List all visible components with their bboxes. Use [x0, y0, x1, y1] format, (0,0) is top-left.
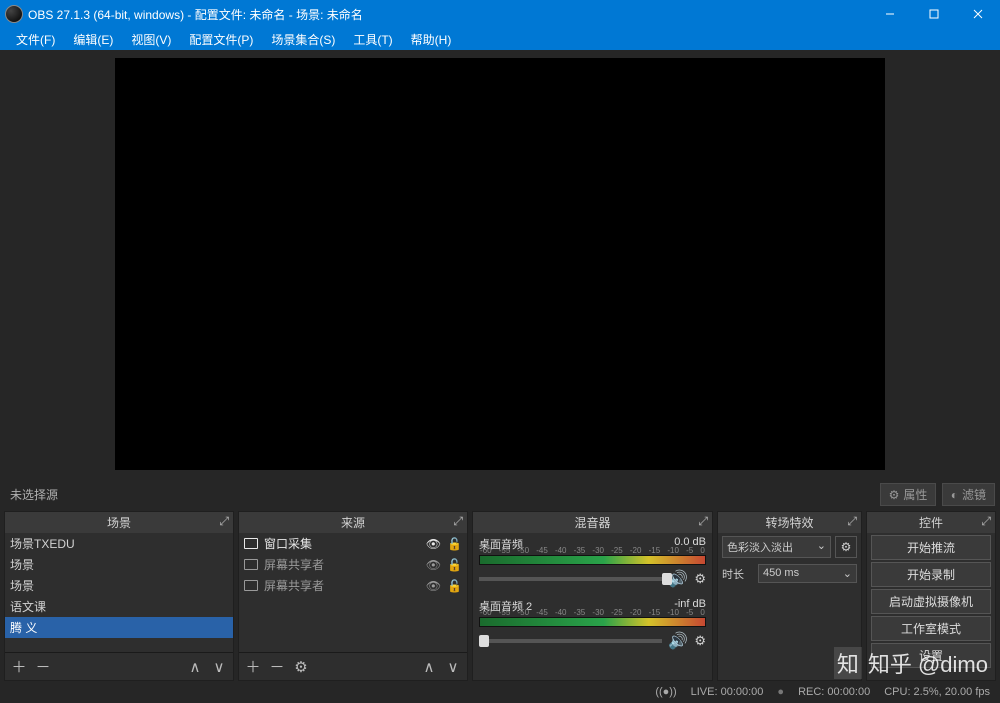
menu-help[interactable]: 帮助(H)	[403, 29, 460, 50]
scene-down-button[interactable]: ∨	[211, 658, 227, 676]
mixer-dock-title: 混音器⤢	[473, 512, 712, 533]
visibility-toggle[interactable]: 👁	[426, 579, 441, 593]
scenes-dock-title: 场景⤢	[5, 512, 233, 533]
lock-toggle[interactable]: 🔓	[447, 579, 462, 593]
scene-item[interactable]: 场景TXEDU	[5, 533, 233, 554]
scene-up-button[interactable]: ∧	[187, 658, 203, 676]
status-bar: ((●)) LIVE: 00:00:00 ● REC: 00:00:00 CPU…	[0, 681, 1000, 703]
channel-settings-button[interactable]: ⚙	[694, 633, 706, 649]
filter-icon: ◐	[951, 488, 958, 502]
speaker-icon[interactable]: 🔊	[668, 631, 688, 651]
properties-button[interactable]: ⚙属性	[880, 483, 937, 506]
transition-select[interactable]: 色彩淡入淡出⌄	[722, 536, 831, 558]
controls-body: 开始推流开始录制启动虚拟摄像机工作室模式设置	[867, 533, 995, 680]
rec-status: REC: 00:00:00	[798, 686, 870, 698]
scenes-list[interactable]: 场景TXEDU场景场景语文课腾 义	[5, 533, 233, 652]
popout-icon[interactable]: ⤢	[698, 514, 708, 529]
preview-canvas[interactable]	[115, 58, 885, 470]
live-status: LIVE: 00:00:00	[691, 686, 764, 698]
sources-dock: 来源⤢ 窗口采集 👁 🔓 屏幕共享者 👁 🔓 屏幕共享者 👁 🔓 ＋ － ⚙ ∧ ∨	[238, 511, 468, 681]
context-toolbar: 未选择源 ⚙属性 ◐滤镜	[0, 478, 1000, 511]
duration-input[interactable]: 450 ms⌄	[758, 564, 857, 583]
preview-area	[0, 50, 1000, 478]
popout-icon[interactable]: ⤢	[219, 514, 229, 529]
scene-item[interactable]: 场景	[5, 575, 233, 596]
minimize-button[interactable]	[868, 0, 912, 28]
source-label: 窗口采集	[264, 535, 312, 552]
controls-dock: 控件⤢ 开始推流开始录制启动虚拟摄像机工作室模式设置	[866, 511, 996, 681]
transition-settings-button[interactable]: ⚙	[835, 536, 857, 558]
visibility-toggle[interactable]: 👁	[426, 558, 441, 572]
control-button[interactable]: 启动虚拟摄像机	[871, 589, 991, 614]
mixer-channel: 桌面音频 2-inf dB-60-55-50-45-40-35-30-25-20…	[473, 595, 712, 657]
source-item[interactable]: 屏幕共享者 👁 🔓	[239, 575, 467, 596]
remove-scene-button[interactable]: －	[35, 656, 51, 677]
cpu-status: CPU: 2.5%, 20.00 fps	[884, 686, 990, 698]
control-button[interactable]: 开始录制	[871, 562, 991, 587]
sources-toolbar: ＋ － ⚙ ∧ ∨	[239, 652, 467, 680]
menu-edit[interactable]: 编辑(E)	[65, 29, 121, 50]
scenes-dock: 场景⤢ 场景TXEDU场景场景语文课腾 义 ＋ － ∧ ∨	[4, 511, 234, 681]
source-label: 屏幕共享者	[264, 556, 324, 573]
lock-toggle[interactable]: 🔓	[447, 558, 462, 572]
source-item[interactable]: 屏幕共享者 👁 🔓	[239, 554, 467, 575]
visibility-toggle[interactable]: 👁	[426, 537, 441, 551]
source-label: 屏幕共享者	[264, 577, 324, 594]
window-titlebar: OBS 27.1.3 (64-bit, windows) - 配置文件: 未命名…	[0, 0, 1000, 28]
app-icon	[5, 5, 23, 23]
control-button[interactable]: 工作室模式	[871, 616, 991, 641]
broadcast-icon: ((●))	[655, 686, 676, 698]
mixer-channel: 桌面音频0.0 dB-60-55-50-45-40-35-30-25-20-15…	[473, 533, 712, 595]
source-up-button[interactable]: ∧	[421, 658, 437, 676]
record-icon: ●	[777, 686, 784, 698]
scene-item[interactable]: 腾 义	[5, 617, 233, 638]
lock-toggle[interactable]: 🔓	[447, 537, 462, 551]
dock-row: 场景⤢ 场景TXEDU场景场景语文课腾 义 ＋ － ∧ ∨ 来源⤢ 窗口采集👁🔓…	[0, 511, 1000, 681]
sources-dock-title: 来源⤢	[239, 512, 467, 533]
close-button[interactable]	[956, 0, 1000, 28]
menu-tools[interactable]: 工具(T)	[345, 29, 400, 50]
add-scene-button[interactable]: ＋	[11, 656, 27, 677]
filters-button[interactable]: ◐滤镜	[942, 483, 995, 506]
monitor-icon	[244, 559, 258, 570]
mixer-dock: 混音器⤢ 桌面音频0.0 dB-60-55-50-45-40-35-30-25-…	[472, 511, 713, 681]
menu-view[interactable]: 视图(V)	[123, 29, 179, 50]
scene-item[interactable]: 场景	[5, 554, 233, 575]
controls-dock-title: 控件⤢	[867, 512, 995, 533]
remove-source-button[interactable]: －	[269, 656, 285, 677]
window-title: OBS 27.1.3 (64-bit, windows) - 配置文件: 未命名…	[28, 6, 868, 23]
menu-file[interactable]: 文件(F)	[8, 29, 63, 50]
add-source-button[interactable]: ＋	[245, 656, 261, 677]
channel-settings-button[interactable]: ⚙	[694, 571, 706, 587]
audio-meter: -60-55-50-45-40-35-30-25-20-15-10-50	[479, 617, 706, 627]
mixer-body: 桌面音频0.0 dB-60-55-50-45-40-35-30-25-20-15…	[473, 533, 712, 680]
source-selection-status: 未选择源	[5, 486, 58, 503]
monitor-icon	[244, 538, 258, 549]
menu-scenes[interactable]: 场景集合(S)	[263, 29, 343, 50]
volume-slider[interactable]	[479, 639, 662, 643]
scene-item[interactable]: 语文课	[5, 596, 233, 617]
source-down-button[interactable]: ∨	[445, 658, 461, 676]
transitions-body: 色彩淡入淡出⌄ ⚙ 时长 450 ms⌄	[718, 533, 861, 680]
gear-icon: ⚙	[889, 488, 900, 502]
popout-icon[interactable]: ⤢	[847, 514, 857, 529]
sources-list[interactable]: 窗口采集 👁 🔓 屏幕共享者 👁 🔓 屏幕共享者 👁 🔓	[239, 533, 467, 652]
scenes-toolbar: ＋ － ∧ ∨	[5, 652, 233, 680]
transitions-dock-title: 转场特效⤢	[718, 512, 861, 533]
source-settings-button[interactable]: ⚙	[293, 658, 309, 676]
popout-icon[interactable]: ⤢	[453, 514, 463, 529]
audio-meter: -60-55-50-45-40-35-30-25-20-15-10-50	[479, 555, 706, 565]
popout-icon[interactable]: ⤢	[981, 514, 991, 529]
source-item[interactable]: 窗口采集 👁 🔓	[239, 533, 467, 554]
duration-label: 时长	[722, 566, 754, 582]
control-button[interactable]: 开始推流	[871, 535, 991, 560]
monitor-icon	[244, 580, 258, 591]
maximize-button[interactable]	[912, 0, 956, 28]
control-button[interactable]: 设置	[871, 643, 991, 668]
menu-profile[interactable]: 配置文件(P)	[181, 29, 261, 50]
menu-bar: 文件(F) 编辑(E) 视图(V) 配置文件(P) 场景集合(S) 工具(T) …	[0, 28, 1000, 50]
transitions-dock: 转场特效⤢ 色彩淡入淡出⌄ ⚙ 时长 450 ms⌄	[717, 511, 862, 681]
volume-slider[interactable]	[479, 577, 662, 581]
